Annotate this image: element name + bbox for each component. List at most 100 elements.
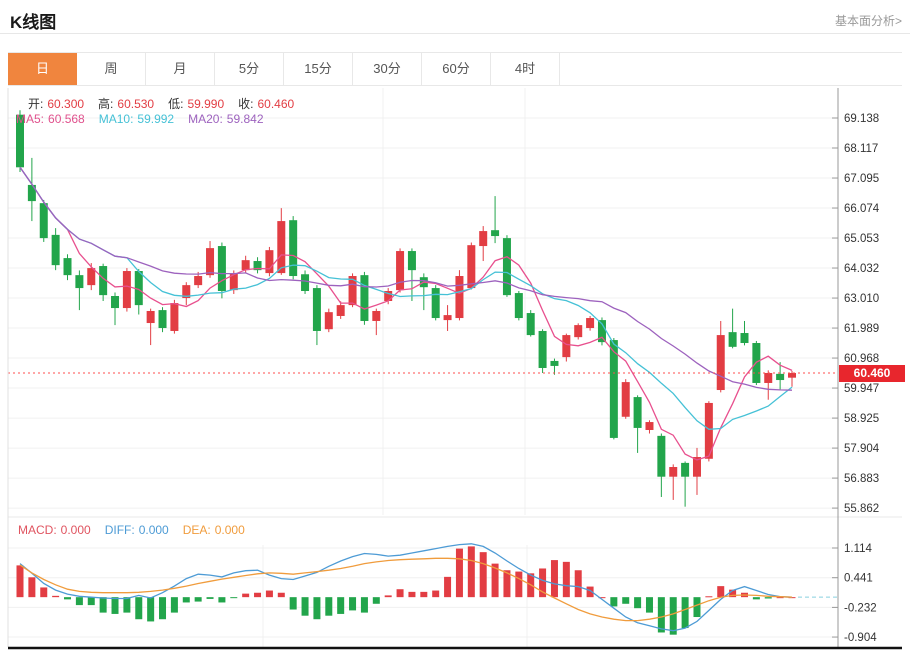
macd-bar [361, 597, 368, 612]
macd-bar [28, 577, 35, 597]
macd-bar [575, 570, 582, 597]
macd-readout: MACD:0.000DIFF:0.000DEA:0.000 [18, 523, 259, 537]
axis-label: 59.947 [844, 383, 879, 395]
macd-bar [397, 589, 404, 597]
macd-bar [563, 562, 570, 597]
axis-label: 56.883 [844, 473, 879, 485]
legend-value: 0.000 [61, 523, 91, 537]
macd-bar [266, 591, 273, 598]
candle-body [265, 250, 273, 273]
legend-label: 开: [28, 97, 43, 111]
candle-body [147, 311, 155, 323]
candle-body [123, 271, 131, 308]
candle-body [527, 313, 535, 335]
candle-body [444, 315, 452, 320]
candle-body [242, 260, 250, 270]
candle-body [159, 310, 167, 328]
macd-bar [100, 597, 107, 612]
candle-body [372, 311, 380, 321]
candle-body [657, 436, 665, 477]
legend-value: 0.000 [215, 523, 245, 537]
candle-body [539, 331, 547, 368]
candle-body [479, 231, 487, 246]
macd-bar [705, 596, 712, 597]
axis-label: 65.053 [844, 233, 879, 245]
axis-label: 60.968 [844, 353, 879, 365]
macd-bar [135, 597, 142, 619]
candle-body [645, 422, 653, 430]
macd-bar [337, 597, 344, 614]
candle-body [503, 238, 511, 295]
candle-body [515, 293, 523, 318]
axis-label: 69.138 [844, 113, 879, 125]
legend-value: 60.300 [47, 97, 84, 111]
candle-body [776, 374, 784, 380]
candle-body [432, 288, 440, 318]
legend-value: 60.568 [48, 112, 85, 126]
legend-label: MACD: [18, 523, 57, 537]
axis-label: 66.074 [844, 203, 880, 215]
candle-body [218, 246, 226, 291]
macd-bar [207, 597, 214, 599]
candle-body [52, 235, 60, 265]
candle-body [301, 274, 309, 291]
macd-bar [171, 597, 178, 612]
macd-bar [147, 597, 154, 621]
legend-label: 高: [98, 97, 113, 111]
macd-bar [468, 546, 475, 597]
macd-bar [646, 597, 653, 612]
legend-value: 59.842 [227, 112, 264, 126]
candle-body [788, 373, 796, 378]
legend-label: DEA: [183, 523, 211, 537]
macd-bar [432, 591, 439, 598]
legend-label: 低: [168, 97, 183, 111]
candle-body [764, 373, 772, 383]
macd-bar [254, 593, 261, 597]
candle-body [87, 268, 95, 285]
macd-bar [670, 597, 677, 635]
candle-body [111, 296, 119, 308]
legend-label: MA5: [16, 112, 44, 126]
macd-bar [349, 597, 356, 610]
candle-body [467, 245, 475, 288]
macd-bar [242, 594, 249, 598]
candle-body [717, 335, 725, 390]
legend-value: 59.990 [187, 97, 224, 111]
axis-label: 58.925 [844, 413, 879, 425]
macd-bar [610, 597, 617, 606]
macd-bar [420, 592, 427, 597]
macd-bar [159, 597, 166, 619]
macd-bar [325, 597, 332, 616]
legend-label: MA10: [99, 112, 134, 126]
candle-body [622, 382, 630, 417]
macd-bar [480, 552, 487, 597]
macd-bar [230, 597, 237, 598]
macd-bar [40, 587, 47, 597]
ohlc-readout: 开:60.300高:60.530低:59.990收:60.460 [28, 95, 308, 112]
candle-body [634, 397, 642, 428]
macd-bar [123, 597, 130, 612]
candle-body [360, 275, 368, 321]
candle-body [740, 333, 748, 343]
macd-bar [717, 586, 724, 597]
candle-body [574, 325, 582, 337]
current-price-badge: 60.460 [839, 365, 905, 382]
macd-bar [444, 577, 451, 597]
macd-bar [515, 572, 522, 598]
candle-body [337, 305, 345, 316]
candle-body [562, 335, 570, 357]
macd-bar [302, 597, 309, 616]
candle-body [669, 467, 677, 477]
axis-label: 55.862 [844, 503, 879, 515]
macd-bar [88, 597, 95, 605]
candle-body [170, 303, 178, 331]
candle-body [325, 312, 333, 329]
macd-bar [52, 596, 59, 597]
legend-label: MA20: [188, 112, 223, 126]
axis-label: 68.117 [844, 143, 878, 155]
axis-label: 57.904 [844, 443, 880, 455]
candle-body [75, 275, 83, 288]
axis-label: 64.032 [844, 263, 879, 275]
legend-label: 收: [238, 97, 253, 111]
legend-value: 0.000 [139, 523, 169, 537]
